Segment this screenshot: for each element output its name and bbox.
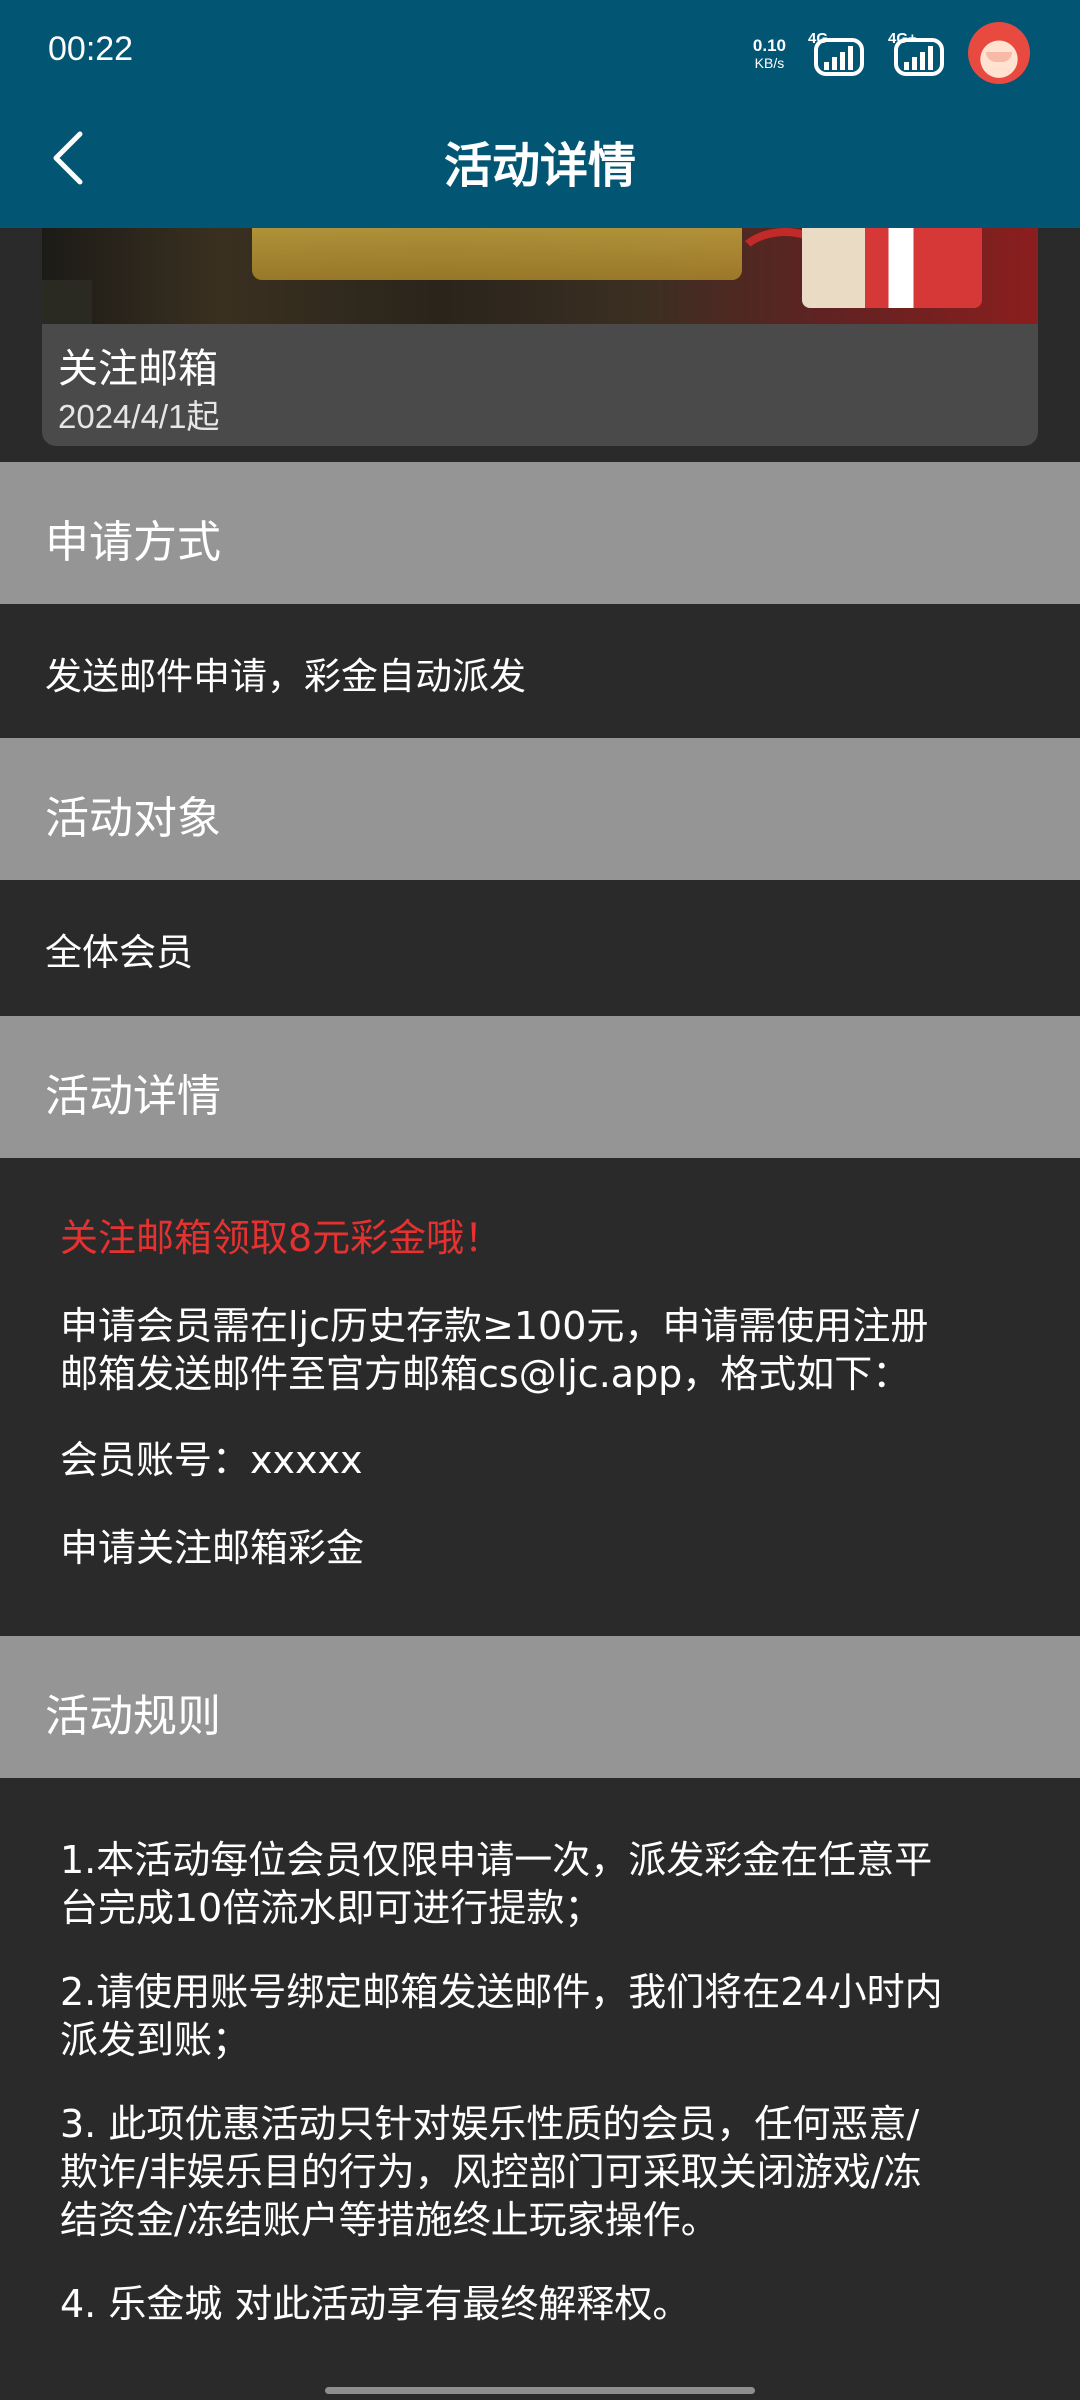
signal-4g-plus-label: 4G+ — [888, 30, 917, 47]
network-speed-value: 0.10 — [752, 35, 786, 55]
gift-box-image — [802, 228, 982, 308]
banner-title: 关注邮箱 — [58, 346, 218, 392]
activity-detail-page: 关注邮箱 2024/4/1起 申请方式 发送邮件申请，彩金自动派发 活动对象 全… — [0, 0, 1080, 2400]
section-header-target: 活动对象 — [0, 738, 1080, 880]
details-paragraph-line-1: 申请会员需在ljc历史存款≥100元，申请需使用注册 — [60, 1304, 929, 1348]
details-subject-format: 申请关注邮箱彩金 — [60, 1526, 365, 1570]
section-body-method: 发送邮件申请，彩金自动派发 — [0, 604, 1080, 738]
method-text: 发送邮件申请，彩金自动派发 — [45, 655, 526, 698]
section-title-method: 申请方式 — [45, 517, 221, 568]
signal-4g-plus-icon: 4G+ — [888, 30, 946, 76]
signal-4g-icon: 4G — [808, 30, 866, 76]
rule-1-line-1: 1.本活动每位会员仅限申请一次，派发彩金在任意平 — [60, 1838, 933, 1882]
target-text: 全体会员 — [45, 931, 193, 974]
banner-date: 2024/4/1起 — [58, 398, 220, 435]
section-body-target: 全体会员 — [0, 880, 1080, 1016]
rule-3-line-3: 结资金/冻结账户等措施终止玩家操作。 — [60, 2198, 719, 2242]
section-header-details: 活动详情 — [0, 1016, 1080, 1158]
banner-decoration — [42, 280, 92, 324]
section-title-rules: 活动规则 — [45, 1691, 221, 1742]
section-header-method: 申请方式 — [0, 462, 1080, 604]
details-paragraph-line-2: 邮箱发送邮件至官方邮箱cs@ljc.app，格式如下： — [60, 1352, 911, 1396]
network-speed: 0.10 KB/s — [753, 37, 786, 70]
rule-2-line-1: 2.请使用账号绑定邮箱发送邮件，我们将在24小时内 — [60, 1970, 943, 2014]
section-title-details: 活动详情 — [45, 1071, 221, 1122]
section-body-details: 关注邮箱领取8元彩金哦！ 申请会员需在ljc历史存款≥100元，申请需使用注册 … — [0, 1158, 1080, 1636]
banner-image — [42, 228, 1038, 324]
status-icons: 0.10 KB/s 4G 4G+ — [753, 20, 1030, 86]
network-speed-unit: KB/s — [754, 54, 785, 71]
activity-banner-card[interactable]: 关注邮箱 2024/4/1起 — [42, 228, 1038, 446]
avatar-icon — [968, 22, 1030, 84]
rule-2-line-2: 派发到账； — [60, 2018, 251, 2062]
signal-4g-label: 4G — [808, 30, 829, 47]
rule-4: 4. 乐金城 对此活动享有最终解释权。 — [60, 2282, 691, 2326]
rule-3-line-1: 3. 此项优惠活动只针对娱乐性质的会员，任何恶意/ — [60, 2102, 920, 2146]
status-time: 00:22 — [48, 30, 134, 68]
section-header-rules: 活动规则 — [0, 1636, 1080, 1778]
rule-3-line-2: 欺诈/非娱乐目的行为，风控部门可采取关闭游戏/冻 — [60, 2150, 922, 2194]
banner-gold-lettering — [252, 228, 742, 280]
section-body-rules: 1.本活动每位会员仅限申请一次，派发彩金在任意平 台完成10倍流水即可进行提款；… — [0, 1778, 1080, 2400]
home-indicator[interactable] — [325, 2387, 755, 2394]
details-account-format: 会员账号：xxxxx — [60, 1438, 363, 1482]
app-header: 00:22 0.10 KB/s 4G 4G+ 活动详情 — [0, 0, 1080, 228]
rule-1-line-2: 台完成10倍流水即可进行提款； — [60, 1886, 603, 1930]
details-highlight: 关注邮箱领取8元彩金哦！ — [60, 1216, 503, 1260]
section-title-target: 活动对象 — [45, 793, 221, 844]
page-title: 活动详情 — [443, 138, 636, 194]
